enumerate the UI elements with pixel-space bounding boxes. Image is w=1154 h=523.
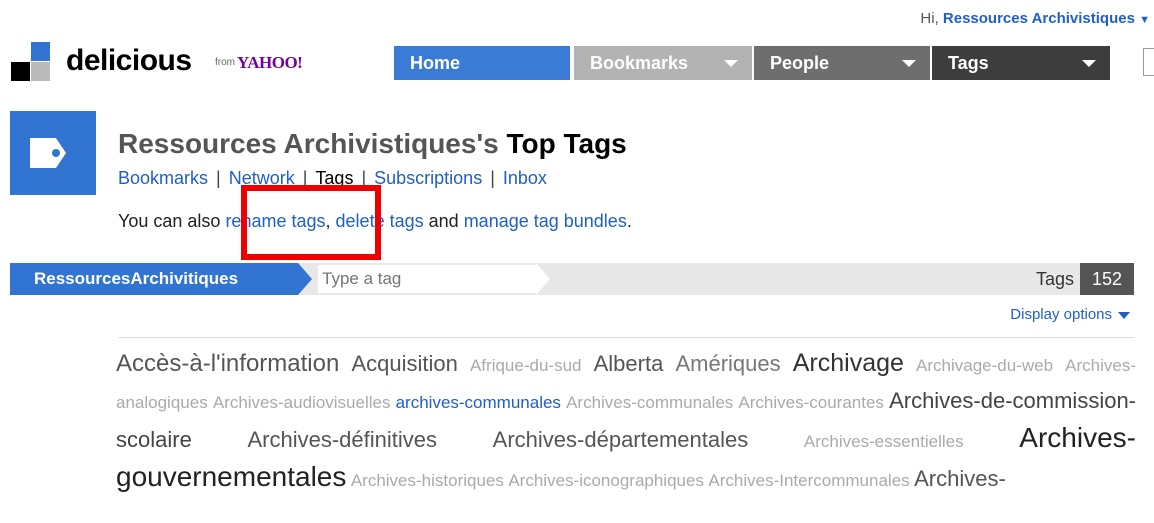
tag-cloud-item[interactable]: archives-communales: [396, 393, 561, 412]
chevron-down-icon: [1118, 311, 1130, 319]
tags-count-badge: 152: [1080, 263, 1134, 295]
tag-cloud-item[interactable]: Archives-iconographiques: [508, 471, 704, 490]
tag-cloud-item[interactable]: Archives-définitives: [247, 427, 437, 452]
page-title: Ressources Archivistiques's Top Tags: [118, 128, 627, 160]
tag-cloud-item[interactable]: Archives-: [914, 466, 1006, 491]
subnav-inbox[interactable]: Inbox: [503, 168, 547, 188]
tag-cloud-item[interactable]: Archivage: [793, 349, 904, 377]
nav-people-label: People: [770, 53, 830, 73]
manage-tag-bundles-link[interactable]: manage tag bundles: [464, 211, 627, 231]
tag-cloud-item[interactable]: Amériques: [675, 351, 780, 376]
tag-cloud-item[interactable]: Acquisition: [351, 351, 457, 376]
nav-tags[interactable]: Tags: [932, 46, 1110, 80]
tag-cloud-item[interactable]: Archives-communales: [566, 393, 733, 412]
subnav-bookmarks[interactable]: Bookmarks: [118, 168, 208, 188]
user-menu-link[interactable]: Ressources Archivistiques: [943, 10, 1135, 27]
user-filter-pill[interactable]: RessourcesArchivitiques: [10, 263, 298, 295]
tag-cloud-item[interactable]: Archives-Intercommunales: [708, 471, 909, 490]
subnav-separator: |: [216, 168, 221, 188]
input-arrow: [536, 263, 550, 295]
tag-cloud-item[interactable]: Archives-essentielles: [804, 432, 964, 451]
tag-cloud-item[interactable]: Archives-historiques: [351, 471, 504, 490]
tag-cloud-item[interactable]: Afrique-du-sud: [470, 356, 582, 375]
delicious-logo-icon[interactable]: [11, 42, 51, 82]
subnav-subscriptions[interactable]: Subscriptions: [374, 168, 482, 188]
search-input[interactable]: [1143, 48, 1154, 76]
chevron-down-icon: [902, 60, 916, 67]
info-period: .: [626, 211, 632, 231]
display-options-label: Display options: [1010, 306, 1112, 323]
greeting-prefix: Hi,: [920, 10, 939, 27]
chevron-down-icon: [724, 60, 738, 67]
info-and: and: [428, 211, 459, 231]
yahoo-logo: YAHOO!: [237, 53, 303, 72]
nav-tags-label: Tags: [948, 53, 989, 73]
chevron-down-icon: [1082, 60, 1096, 67]
greeting: Hi, Ressources Archivistiques ▼: [920, 10, 1150, 27]
tag-cloud-item[interactable]: Alberta: [594, 351, 664, 376]
display-options-link[interactable]: Display options: [1010, 306, 1130, 323]
tag-cloud-item[interactable]: Archives-départementales: [493, 427, 749, 452]
subnav-separator: |: [490, 168, 495, 188]
pill-arrow: [298, 263, 312, 295]
page-title-suffix: Top Tags: [506, 128, 627, 159]
tag-filter-bar: RessourcesArchivitiques Tags 152: [10, 263, 1134, 295]
nav-bookmarks[interactable]: Bookmarks: [574, 46, 752, 80]
page-title-user: Ressources Archivistiques's: [118, 128, 499, 159]
chevron-down-icon[interactable]: ▼: [1139, 14, 1150, 26]
nav-home-label: Home: [410, 53, 461, 73]
nav-home[interactable]: Home: [394, 46, 570, 80]
nav-people[interactable]: People: [754, 46, 930, 80]
logo-from: from: [215, 57, 235, 68]
tag-cloud-item[interactable]: Accès-à-l'information: [116, 350, 339, 377]
tag-search-input[interactable]: [318, 265, 536, 293]
tag-cloud: Accès-à-l'information Acquisition Afriqu…: [116, 346, 1136, 499]
nav-bookmarks-label: Bookmarks: [590, 53, 689, 73]
tags-count-label: Tags: [1035, 269, 1074, 289]
tag-cloud-item[interactable]: Archives-courantes: [738, 393, 884, 412]
tag-cloud-item[interactable]: Archivage-du-web: [916, 356, 1053, 375]
logo-wordmark[interactable]: delicious: [66, 44, 192, 78]
divider: [118, 337, 1134, 338]
highlight-box: [241, 185, 381, 260]
info-prefix: You can also: [118, 211, 221, 231]
tag-cloud-item[interactable]: Archives-audiovisuelles: [213, 393, 391, 412]
tag-badge-icon: [10, 111, 96, 195]
